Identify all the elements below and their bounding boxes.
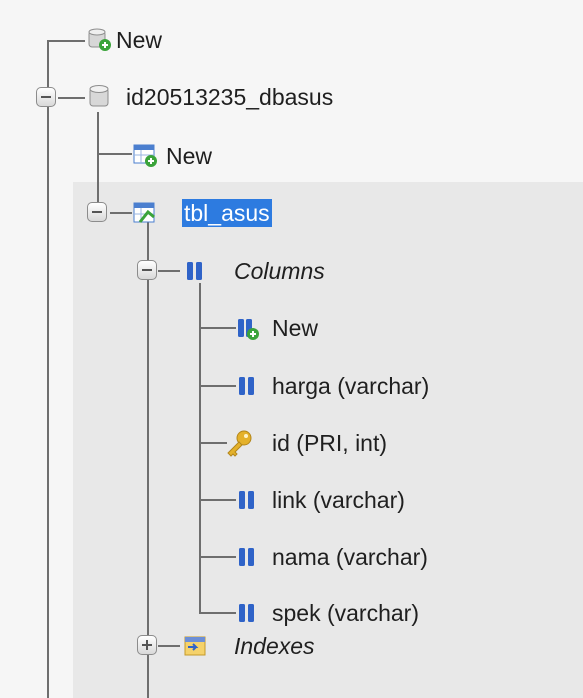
tree-item-label-selected: tbl_asus [182, 199, 272, 227]
column-label: nama (varchar) [272, 544, 428, 570]
tree-line-columns [158, 270, 180, 272]
table-icon [133, 202, 155, 223]
tree-item-label: Indexes [234, 633, 315, 659]
column-new-icon [238, 319, 259, 340]
tree-item-label: New [116, 27, 163, 53]
column-icon [239, 491, 254, 509]
tree-item-columns[interactable]: Columns [180, 252, 400, 292]
db-new-icon [88, 28, 111, 51]
tree-line-col-0 [199, 327, 236, 329]
column-icon [239, 377, 254, 395]
tree-item-label: New [166, 143, 213, 169]
column-label: id (PRI, int) [272, 430, 388, 456]
collapse-database-button[interactable] [36, 87, 56, 107]
column-item-new[interactable]: New [232, 309, 382, 349]
tree-line-table [110, 212, 132, 214]
tree-line-database [58, 97, 85, 99]
column-label: New [272, 315, 319, 341]
tree-item-indexes[interactable]: Indexes [180, 627, 380, 667]
tree-line-indexes [158, 645, 180, 647]
collapse-table-button[interactable] [87, 202, 107, 222]
tree-item-database[interactable]: id20513235_dbasus [82, 78, 442, 118]
tree-line-col-1 [199, 385, 236, 387]
column-label: harga (varchar) [272, 373, 430, 399]
tree-item-label: Columns [234, 258, 325, 284]
column-icon [239, 548, 254, 566]
indexes-icon [184, 636, 206, 656]
tree-item-label: id20513235_dbasus [126, 84, 334, 110]
column-item-nama[interactable]: nama (varchar) [232, 538, 532, 578]
table-new-icon [133, 144, 157, 167]
expand-indexes-button[interactable] [137, 635, 157, 655]
tree-line-root [47, 40, 49, 698]
collapse-columns-button[interactable] [137, 260, 157, 280]
columns-icon [187, 262, 202, 280]
column-label: spek (varchar) [272, 600, 419, 626]
database-icon [89, 85, 109, 107]
tree-line-col-3 [199, 499, 236, 501]
tree-line-new-table [97, 153, 132, 155]
primary-key-icon [227, 430, 252, 457]
column-item-id[interactable]: id (PRI, int) [222, 424, 482, 464]
column-item-link[interactable]: link (varchar) [232, 481, 492, 521]
tree-item-table[interactable]: tbl_asus [130, 194, 330, 234]
tree-line-db-children [97, 112, 99, 212]
tree-line-new-db [47, 40, 85, 42]
tree-line-column-children [199, 283, 201, 613]
column-label: link (varchar) [272, 487, 405, 513]
column-item-harga[interactable]: harga (varchar) [232, 367, 532, 407]
tree-line-table-children [147, 222, 149, 698]
tree-item-new-table[interactable]: New [130, 136, 270, 176]
column-icon [239, 604, 254, 622]
tree-line-col-4 [199, 556, 236, 558]
tree-item-new-database[interactable]: New [82, 22, 212, 62]
tree-line-col-5 [199, 612, 236, 614]
